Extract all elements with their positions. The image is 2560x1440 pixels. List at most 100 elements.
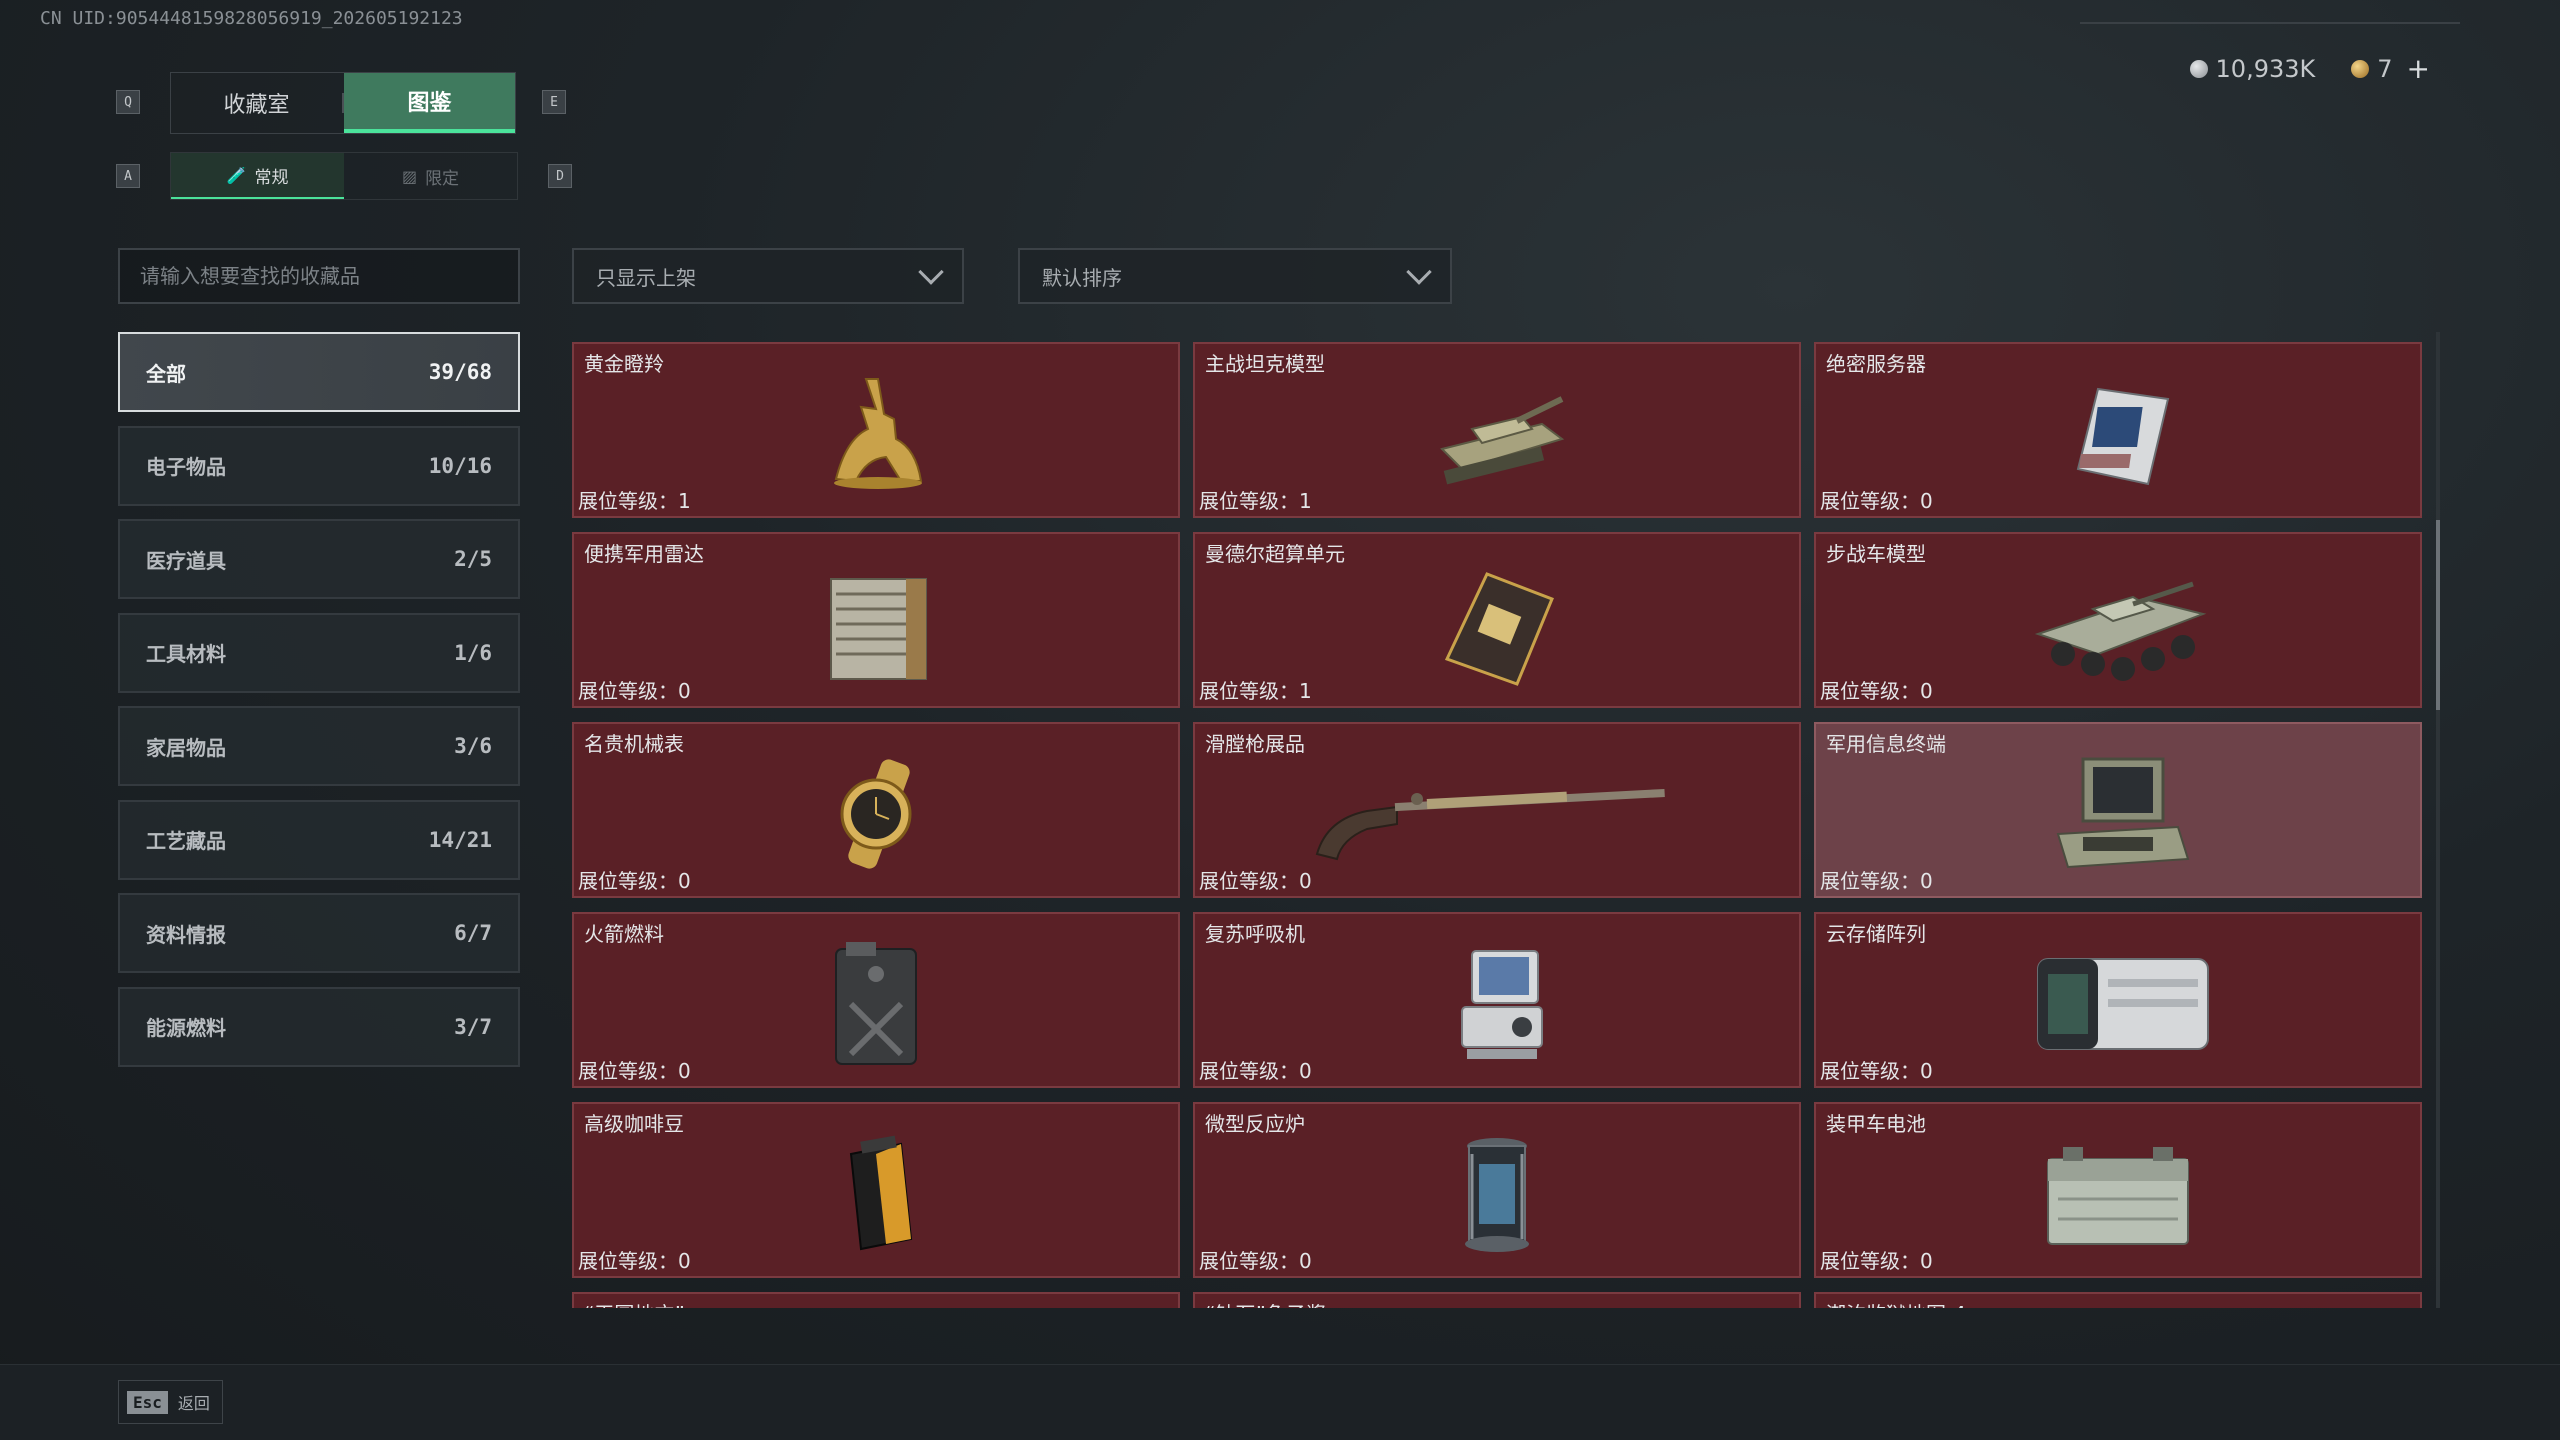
- item-card[interactable]: 潮汐监狱地图-4: [1814, 1292, 2422, 1308]
- category-list: 全部 39/68 电子物品 10/16 医疗道具 2/5 工具材料 1/6 家居物品 3/…: [118, 332, 520, 1080]
- item-card[interactable]: 军用信息终端 展位等级：0: [1814, 722, 2422, 898]
- silver-amount: 10,933K: [2215, 54, 2316, 83]
- tank-model-icon: [1397, 364, 1597, 504]
- item-level: 展位等级：0: [1199, 869, 1312, 893]
- category-count: 39/68: [428, 360, 492, 384]
- category-count: 6/7: [454, 921, 492, 945]
- back-button[interactable]: Esc 返回: [118, 1380, 223, 1424]
- gold-amount: 7: [2377, 54, 2393, 83]
- category-electronics[interactable]: 电子物品 10/16: [118, 425, 520, 506]
- shelf-filter-dropdown[interactable]: 只显示上架: [572, 248, 964, 304]
- item-name: 军用信息终端: [1826, 732, 1946, 756]
- item-level: 展位等级：0: [578, 679, 691, 703]
- item-card[interactable]: 复苏呼吸机 展位等级：0: [1193, 912, 1801, 1088]
- grid-scrollbar[interactable]: [2436, 332, 2440, 1308]
- item-name: “钻石”鱼子酱: [1205, 1298, 1326, 1308]
- category-tools[interactable]: 工具材料 1/6: [118, 612, 520, 693]
- item-name: 名贵机械表: [584, 732, 684, 756]
- category-label: 电子物品: [146, 455, 226, 479]
- golden-gazelle-icon: [776, 364, 976, 504]
- item-card[interactable]: 云存储阵列 展位等级：0: [1814, 912, 2422, 1088]
- category-label: 能源燃料: [146, 1016, 226, 1040]
- category-medical[interactable]: 医疗道具 2/5: [118, 519, 520, 599]
- category-count: 2/5: [454, 547, 492, 571]
- item-level: 展位等级：0: [578, 869, 691, 893]
- item-card[interactable]: 绝密服务器 展位等级：0: [1814, 342, 2422, 518]
- item-card[interactable]: 滑膛枪展品 展位等级：0: [1193, 722, 1801, 898]
- category-label: 资料情报: [146, 922, 226, 947]
- item-name: 云存储阵列: [1826, 922, 1926, 946]
- currency-bar: 10,933K 7 +: [2189, 52, 2430, 85]
- item-level: 展位等级：1: [1199, 489, 1312, 513]
- item-card[interactable]: “钻石”鱼子酱: [1193, 1292, 1801, 1308]
- storage-array-icon: [2018, 934, 2218, 1074]
- item-level: 展位等级：0: [1820, 679, 1933, 703]
- coffee-bag-icon: [776, 1124, 976, 1264]
- item-level: 展位等级：0: [1199, 1249, 1312, 1273]
- musket-icon: [1307, 744, 1687, 884]
- category-label: 全部: [146, 361, 186, 386]
- key-hint-d: D: [548, 164, 572, 188]
- uid-label: CN UID:9054448159828056919_202605192123: [40, 8, 463, 29]
- category-count: 14/21: [428, 827, 492, 852]
- ifv-model-icon: [2018, 554, 2218, 694]
- item-name: 滑膛枪展品: [1205, 732, 1305, 756]
- item-name: 便携军用雷达: [584, 542, 704, 566]
- add-currency-button[interactable]: +: [2407, 52, 2430, 85]
- subtab-regular-label: 常规: [254, 167, 289, 188]
- subtab-limited[interactable]: ▨ 限定: [344, 153, 517, 199]
- key-hint-q: Q: [116, 90, 140, 114]
- item-card[interactable]: 曼德尔超算单元 展位等级：1: [1193, 532, 1801, 708]
- category-label: 工具材料: [146, 642, 226, 666]
- gold-currency: 7 +: [2351, 52, 2430, 85]
- sub-tabs: 🧪 常规 ▨ 限定: [170, 152, 518, 200]
- esc-key-hint: Esc: [127, 1390, 168, 1414]
- main-tabs: 收藏室 图鉴: [170, 72, 516, 134]
- item-card[interactable]: 步战车模型 展位等级：0: [1814, 532, 2422, 708]
- radar-icon: [776, 554, 976, 694]
- tab-codex[interactable]: 图鉴: [344, 73, 515, 133]
- item-card[interactable]: 主战坦克模型 展位等级：1: [1193, 342, 1801, 518]
- sort-value: 默认排序: [1042, 265, 1122, 290]
- silver-coin-icon: [2189, 59, 2208, 78]
- item-name: 黄金瞪羚: [584, 352, 664, 376]
- item-card[interactable]: 名贵机械表 展位等级：0: [572, 722, 1180, 898]
- subtab-regular[interactable]: 🧪 常规: [171, 153, 344, 199]
- sort-dropdown[interactable]: 默认排序: [1018, 248, 1452, 304]
- item-name: 火箭燃料: [584, 922, 664, 946]
- fuel-can-icon: [776, 934, 976, 1074]
- item-card[interactable]: 黄金瞪羚 展位等级：1: [572, 342, 1180, 518]
- key-hint-a: A: [116, 164, 140, 188]
- item-name: 微型反应炉: [1205, 1112, 1305, 1136]
- terminal-icon: [2018, 744, 2218, 884]
- item-card[interactable]: 微型反应炉 展位等级：0: [1193, 1102, 1801, 1278]
- category-label: 家居物品: [146, 735, 226, 760]
- category-energy[interactable]: 能源燃料 3/7: [118, 986, 520, 1067]
- item-card[interactable]: 装甲车电池 展位等级：0: [1814, 1102, 2422, 1278]
- category-intel[interactable]: 资料情报 6/7: [118, 893, 520, 973]
- item-name: 步战车模型: [1826, 542, 1926, 566]
- chevron-down-icon: [918, 259, 944, 285]
- grid-scrollbar-thumb[interactable]: [2436, 520, 2440, 710]
- item-name: 曼德尔超算单元: [1205, 542, 1345, 566]
- server-icon: [2018, 364, 2218, 504]
- compute-unit-icon: [1397, 554, 1597, 694]
- item-level: 展位等级：0: [1820, 1249, 1933, 1273]
- category-household[interactable]: 家居物品 3/6: [118, 706, 520, 786]
- item-name: 装甲车电池: [1826, 1112, 1926, 1136]
- top-decorative-line: [2080, 22, 2460, 24]
- item-card[interactable]: 便携军用雷达 展位等级：0: [572, 532, 1180, 708]
- bottom-bar: [0, 1364, 2560, 1440]
- item-card[interactable]: 火箭燃料 展位等级：0: [572, 912, 1180, 1088]
- shelf-filter-value: 只显示上架: [596, 265, 696, 290]
- category-label: 工艺藏品: [146, 829, 226, 853]
- item-card[interactable]: “天圆地方”: [572, 1292, 1180, 1308]
- category-count: 1/6: [454, 640, 492, 665]
- category-all[interactable]: 全部 39/68: [118, 332, 520, 412]
- category-count: 3/6: [454, 734, 492, 758]
- item-level: 展位等级：0: [1820, 869, 1933, 893]
- item-card[interactable]: 高级咖啡豆 展位等级：0: [572, 1102, 1180, 1278]
- tab-collection-room[interactable]: 收藏室: [171, 73, 342, 133]
- category-crafts[interactable]: 工艺藏品 14/21: [118, 799, 520, 880]
- search-input[interactable]: [118, 248, 520, 304]
